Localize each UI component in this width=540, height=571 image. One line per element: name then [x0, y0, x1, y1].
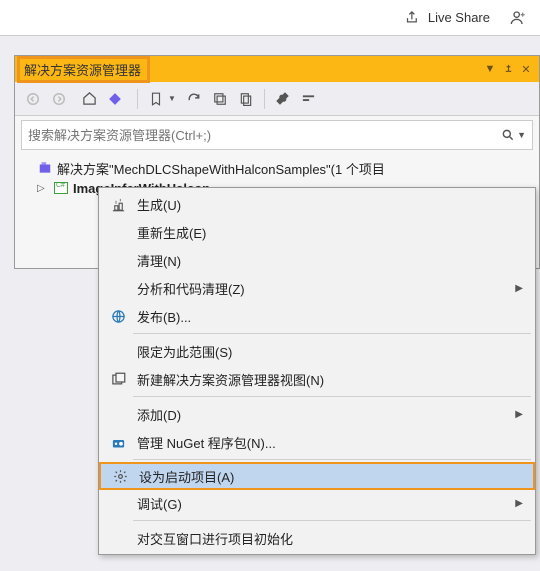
menu-item-label: 发布(B)...: [131, 307, 523, 326]
collapse-all-icon[interactable]: [208, 87, 232, 111]
person-icon[interactable]: [510, 10, 526, 26]
gear-icon: [107, 469, 133, 484]
search-input[interactable]: [28, 128, 501, 143]
menu-item-label: 生成(U): [131, 195, 523, 214]
bookmark-dropdown-icon[interactable]: ▼: [168, 94, 176, 103]
menu-separator: [133, 333, 531, 334]
panel-title: 解决方案资源管理器: [17, 56, 150, 83]
submenu-arrow-icon: ▶: [515, 498, 523, 509]
menu-separator: [133, 459, 531, 460]
menu-item[interactable]: 发布(B)...: [99, 302, 535, 330]
panel-dropdown-icon[interactable]: ▼: [481, 60, 499, 78]
menu-item[interactable]: 生成(U): [99, 190, 535, 218]
panel-header: 解决方案资源管理器 ▼ ✕: [15, 56, 539, 82]
panel-title-text: 解决方案资源管理器: [24, 60, 141, 79]
menu-separator: [133, 396, 531, 397]
expand-icon[interactable]: ▷: [37, 183, 49, 194]
search-box[interactable]: ▼: [21, 120, 533, 150]
pin-icon[interactable]: [499, 60, 517, 78]
menu-item-label: 分析和代码清理(Z): [131, 279, 515, 298]
solution-label: 解决方案"MechDLCShapeWithHalconSamples"(1 个项…: [57, 159, 385, 178]
menu-item-label: 对交互窗口进行项目初始化: [131, 529, 523, 548]
menu-item-label: 限定为此范围(S): [131, 342, 523, 361]
menu-item-label: 清理(N): [131, 251, 523, 270]
top-toolbar: Live Share: [0, 0, 540, 36]
menu-item[interactable]: 分析和代码清理(Z)▶: [99, 274, 535, 302]
menu-item-label: 设为启动项目(A): [133, 467, 521, 486]
search-dropdown-icon[interactable]: ▼: [517, 130, 526, 140]
menu-item[interactable]: 新建解决方案资源管理器视图(N): [99, 365, 535, 393]
bookmark-icon[interactable]: [144, 87, 168, 111]
panel-toolbar: ▼: [15, 82, 539, 116]
submenu-arrow-icon: ▶: [515, 283, 523, 294]
newview-icon: [105, 372, 131, 387]
submenu-arrow-icon: ▶: [515, 409, 523, 420]
menu-item[interactable]: 重新生成(E): [99, 218, 535, 246]
menu-item[interactable]: 添加(D)▶: [99, 400, 535, 428]
nuget-icon: [105, 435, 131, 450]
back-icon[interactable]: [21, 87, 45, 111]
solution-file-icon: [37, 160, 53, 176]
menu-item-label: 调试(G): [131, 494, 515, 513]
tree-solution-node[interactable]: 解决方案"MechDLCShapeWithHalconSamples"(1 个项…: [21, 158, 533, 178]
menu-item-label: 新建解决方案资源管理器视图(N): [131, 370, 523, 389]
menu-item[interactable]: 对交互窗口进行项目初始化: [99, 524, 535, 552]
properties-icon[interactable]: [271, 87, 295, 111]
menu-item[interactable]: 管理 NuGet 程序包(N)...: [99, 428, 535, 456]
menu-item-label: 重新生成(E): [131, 223, 523, 242]
solution-icon[interactable]: [103, 87, 127, 111]
share-icon[interactable]: [405, 10, 420, 25]
menu-item[interactable]: 调试(G)▶: [99, 489, 535, 517]
publish-icon: [105, 309, 131, 324]
live-share-label[interactable]: Live Share: [428, 10, 490, 25]
preview-icon[interactable]: [297, 87, 321, 111]
close-icon[interactable]: ✕: [517, 60, 535, 78]
show-all-files-icon[interactable]: [234, 87, 258, 111]
menu-separator: [133, 520, 531, 521]
menu-item-label: 添加(D): [131, 405, 515, 424]
menu-item-label: 管理 NuGet 程序包(N)...: [131, 433, 523, 452]
project-file-icon: [53, 180, 69, 196]
menu-item[interactable]: 清理(N): [99, 246, 535, 274]
search-icon[interactable]: [501, 128, 515, 142]
refresh-icon[interactable]: [182, 87, 206, 111]
menu-item[interactable]: 限定为此范围(S): [99, 337, 535, 365]
build-icon: [105, 197, 131, 212]
forward-icon[interactable]: [47, 87, 71, 111]
menu-item[interactable]: 设为启动项目(A): [99, 462, 535, 490]
context-menu: 生成(U)重新生成(E)清理(N)分析和代码清理(Z)▶发布(B)...限定为此…: [98, 187, 536, 555]
home-icon[interactable]: [77, 87, 101, 111]
